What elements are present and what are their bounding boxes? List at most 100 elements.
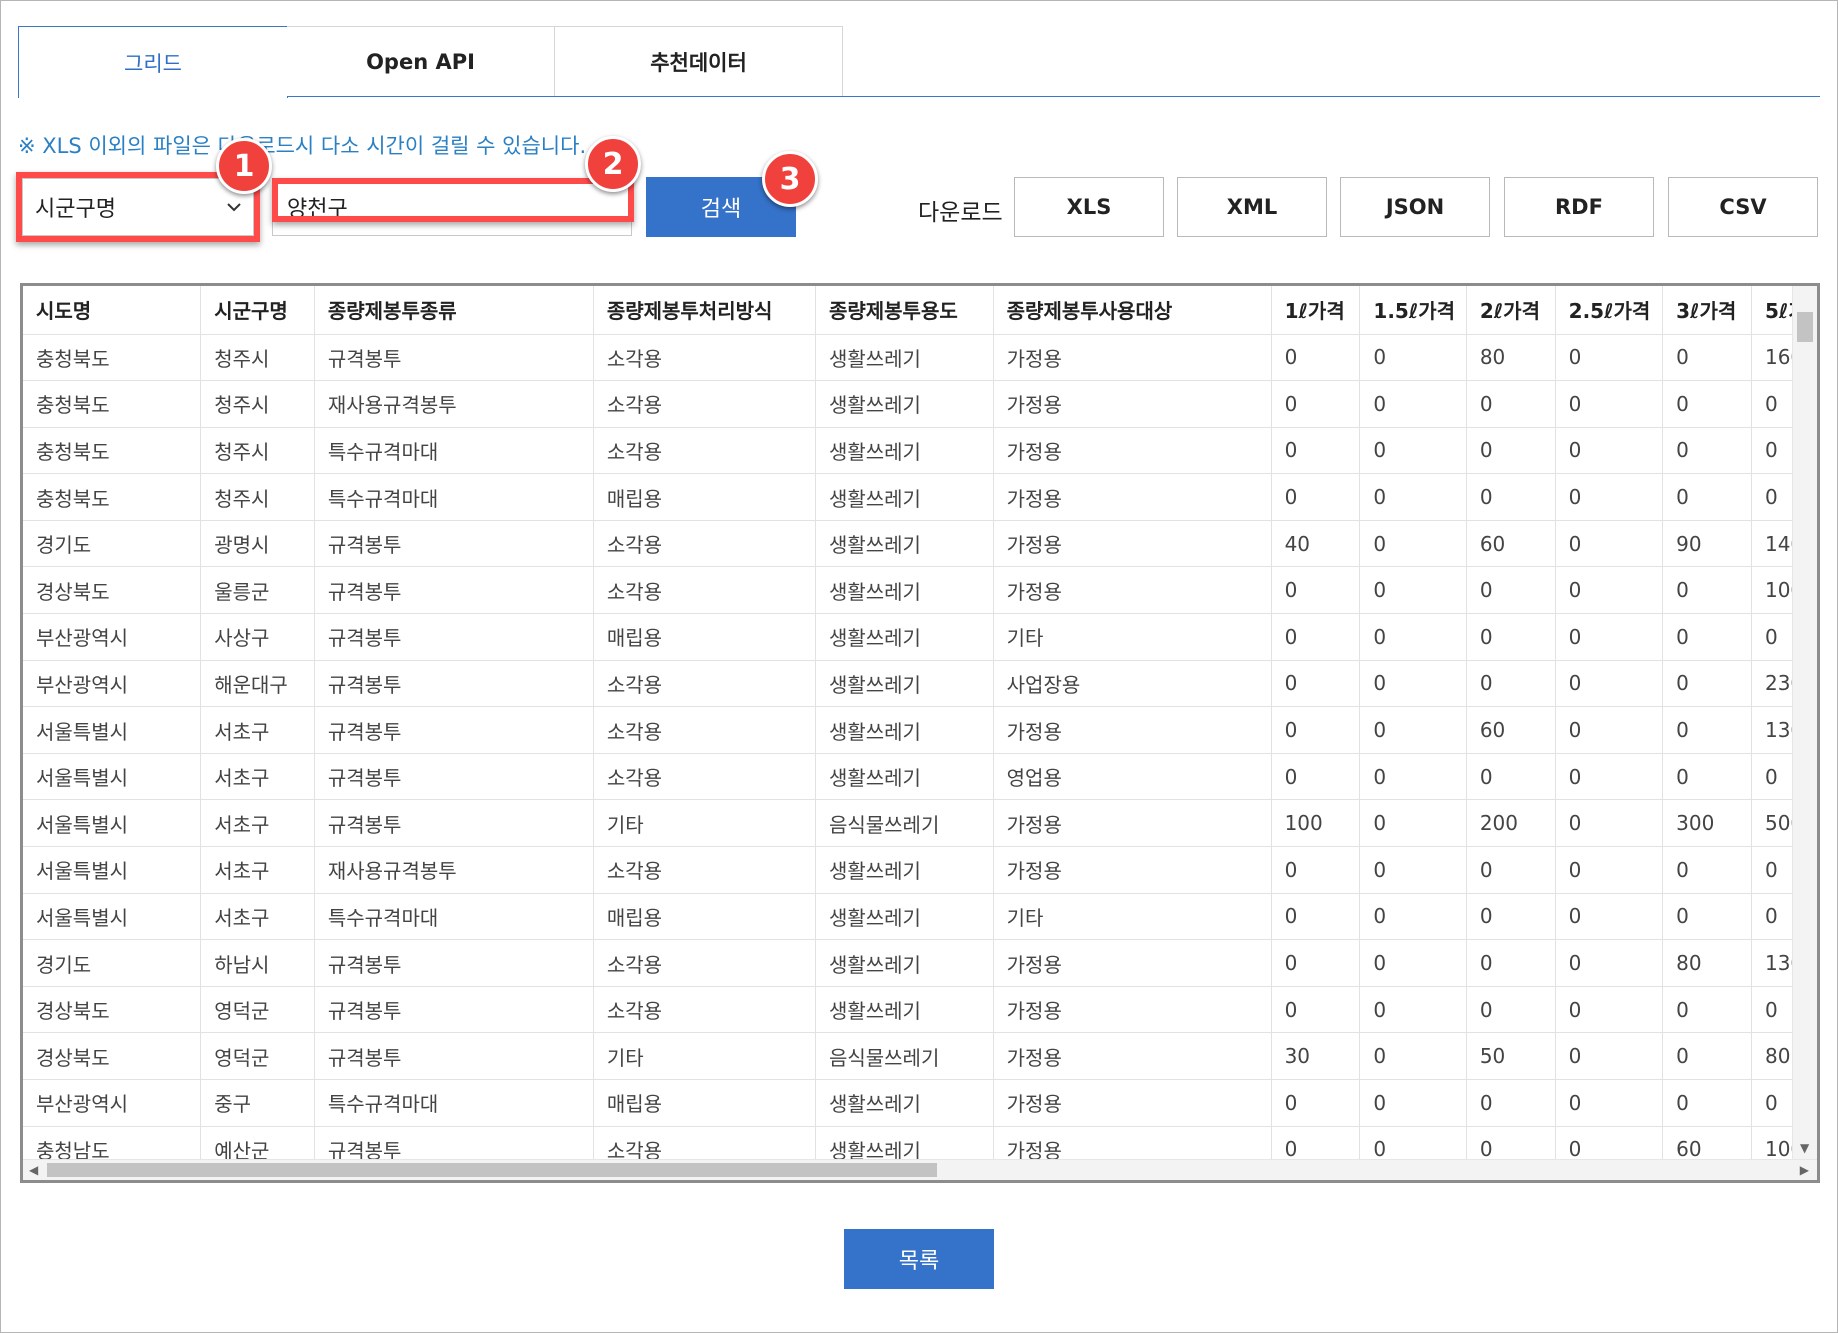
- table-cell: 0: [1359, 706, 1467, 754]
- table-cell: 0: [1662, 1032, 1752, 1080]
- tab-open-api[interactable]: Open API: [287, 26, 555, 96]
- table-cell: 0: [1751, 427, 1796, 475]
- table-cell: 매립용: [593, 1079, 816, 1127]
- table-cell: 0: [1751, 380, 1796, 428]
- table-cell: 가정용: [993, 380, 1272, 428]
- step-badge-1: 1: [216, 138, 272, 194]
- column-header: 3ℓ가격: [1662, 286, 1752, 335]
- table-cell: 0: [1662, 427, 1752, 475]
- table-row[interactable]: 충청북도 청주시 재사용규격봉투 소각용 생활쓰레기 가정용 0 0 0 0 0 0: [23, 380, 1796, 428]
- table-cell: 0: [1359, 380, 1467, 428]
- table-cell: 서초구: [200, 893, 315, 941]
- table-cell: 매립용: [593, 613, 816, 661]
- table-cell: 가정용: [993, 1079, 1272, 1127]
- table-row[interactable]: 서울특별시 서초구 규격봉투 소각용 생활쓰레기 영업용 0 0 0 0 0 0: [23, 753, 1796, 801]
- table-cell: 0: [1751, 846, 1796, 894]
- table-row[interactable]: 경상북도울릉군규격봉투소각용생활쓰레기가정용00000100: [23, 566, 1796, 615]
- table-row[interactable]: 부산광역시 중구 특수규격마대 매립용 생활쓰레기 가정용 0 0 0 0 0 0: [23, 1079, 1796, 1127]
- table-cell: 0: [1466, 473, 1556, 521]
- table-cell: 광명시: [200, 520, 315, 568]
- table-row[interactable]: 부산광역시 사상구 규격봉투 매립용 생활쓰레기 기타 0 0 0 0 0 0: [23, 613, 1796, 661]
- download-xml-button[interactable]: XML: [1177, 177, 1327, 237]
- table-cell: 0: [1359, 566, 1467, 615]
- table-row[interactable]: 충청북도 청주시 특수규격마대 매립용 생활쓰레기 가정용 0 0 0 0 0 0: [23, 473, 1796, 521]
- table-row[interactable]: 경상북도 영덕군 규격봉투 소각용 생활쓰레기 가정용 0 0 0 0 0 0: [23, 986, 1796, 1034]
- vertical-scroll-thumb[interactable]: [1797, 312, 1813, 342]
- table-body: 충청북도청주시규격봉투소각용생활쓰레기가정용008000160충청북도청주시재사…: [23, 334, 1796, 1160]
- table-cell: 100: [1751, 1126, 1796, 1160]
- list-button[interactable]: 목록: [844, 1229, 994, 1289]
- table-cell: 소각용: [593, 380, 816, 428]
- table-row[interactable]: 경기도광명시규격봉투소각용생활쓰레기가정용40060090140: [23, 520, 1796, 568]
- table-cell: 130: [1751, 706, 1796, 754]
- tab-grid[interactable]: 그리드: [18, 26, 288, 98]
- table-cell: 소각용: [593, 566, 816, 615]
- table-row[interactable]: 충청남도예산군규격봉투소각용생활쓰레기가정용000060100: [23, 1126, 1796, 1160]
- table-cell: 0: [1359, 1079, 1467, 1127]
- table-cell: 서울특별시: [23, 753, 202, 801]
- horizontal-scrollbar[interactable]: ◀ ▶: [23, 1159, 1817, 1180]
- table-cell: 서울특별시: [23, 706, 202, 754]
- table-cell: 충청북도: [23, 334, 202, 382]
- table-cell: 0: [1466, 613, 1556, 661]
- table-cell: 생활쓰레기: [815, 893, 994, 941]
- table-cell: 0: [1555, 427, 1664, 475]
- table-cell: 0: [1359, 334, 1467, 382]
- table-cell: 130: [1751, 939, 1796, 987]
- table-row[interactable]: 서울특별시서초구규격봉투기타음식물쓰레기가정용10002000300500: [23, 799, 1796, 848]
- scroll-right-arrow-icon[interactable]: ▶: [1800, 1164, 1809, 1176]
- table-cell: 0: [1466, 427, 1556, 475]
- table-cell: 생활쓰레기: [815, 1079, 994, 1127]
- tab-bar: 그리드 Open API 추천데이터: [18, 26, 1820, 98]
- table-cell: 0: [1555, 660, 1664, 708]
- column-header: 종량제봉투처리방식: [593, 286, 816, 335]
- table-cell: 소각용: [593, 706, 816, 754]
- table-cell: 가정용: [993, 986, 1272, 1034]
- table-row[interactable]: 충청북도청주시규격봉투소각용생활쓰레기가정용008000160: [23, 334, 1796, 382]
- table-cell: 가정용: [993, 1126, 1272, 1160]
- table-row[interactable]: 경상북도 영덕군 규격봉투 기타 음식물쓰레기 가정용 30 0 50 0 0 80: [23, 1032, 1796, 1080]
- table-cell: 생활쓰레기: [815, 473, 994, 521]
- table-cell: 가정용: [993, 939, 1272, 987]
- download-xls-button[interactable]: XLS: [1014, 177, 1164, 237]
- table-cell: 0: [1359, 846, 1467, 894]
- highlight-input: [272, 178, 634, 222]
- table-cell: 청주시: [200, 380, 315, 428]
- vertical-scrollbar[interactable]: ▼: [1792, 286, 1817, 1160]
- data-grid: 시도명 시군구명 종량제봉투종류 종량제봉투처리방식 종량제봉투용도 종량제봉투사용대상 1…: [20, 283, 1820, 1183]
- table-cell: 부산광역시: [23, 1079, 202, 1127]
- download-json-button[interactable]: JSON: [1340, 177, 1490, 237]
- table-cell: 40: [1271, 520, 1361, 568]
- download-csv-button[interactable]: CSV: [1668, 177, 1818, 237]
- tab-recommended-data[interactable]: 추천데이터: [555, 26, 843, 96]
- table-cell: 소각용: [593, 986, 816, 1034]
- table-cell: 부산광역시: [23, 613, 202, 661]
- table-cell: 규격봉투: [314, 799, 594, 848]
- table-cell: 규격봉투: [314, 986, 594, 1034]
- table-cell: 230: [1751, 660, 1796, 708]
- table-row[interactable]: 서울특별시 서초구 특수규격마대 매립용 생활쓰레기 기타 0 0 0 0 0 0: [23, 893, 1796, 941]
- scroll-left-arrow-icon[interactable]: ◀: [29, 1164, 38, 1176]
- table-cell: 규격봉투: [314, 334, 594, 382]
- table-cell: 0: [1466, 893, 1556, 941]
- table-cell: 0: [1271, 613, 1361, 661]
- table-cell: 0: [1271, 753, 1361, 801]
- table-cell: 0: [1662, 334, 1752, 382]
- table-cell: 생활쓰레기: [815, 753, 994, 801]
- table-cell: 0: [1555, 566, 1664, 615]
- table-cell: 0: [1466, 939, 1556, 987]
- download-rdf-button[interactable]: RDF: [1504, 177, 1654, 237]
- table-cell: 0: [1466, 753, 1556, 801]
- table-row[interactable]: 서울특별시 서초구 재사용규격봉투 소각용 생활쓰레기 가정용 0 0 0 0 0 0: [23, 846, 1796, 894]
- table-cell: 0: [1555, 753, 1664, 801]
- table-row[interactable]: 부산광역시해운대구규격봉투소각용생활쓰레기사업장용00000230: [23, 660, 1796, 708]
- horizontal-scroll-thumb[interactable]: [47, 1163, 937, 1177]
- scroll-down-arrow-icon[interactable]: ▼: [1800, 1142, 1809, 1154]
- table-row[interactable]: 경기도하남시규격봉투소각용생활쓰레기가정용000080130: [23, 939, 1796, 987]
- table-cell: 생활쓰레기: [815, 846, 994, 894]
- table-cell: 가정용: [993, 566, 1272, 615]
- table-cell: 0: [1555, 986, 1664, 1034]
- table-row[interactable]: 충청북도 청주시 특수규격마대 소각용 생활쓰레기 가정용 0 0 0 0 0 0: [23, 427, 1796, 475]
- table-cell: 규격봉투: [314, 939, 594, 987]
- table-row[interactable]: 서울특별시서초구규격봉투소각용생활쓰레기가정용006000130: [23, 706, 1796, 754]
